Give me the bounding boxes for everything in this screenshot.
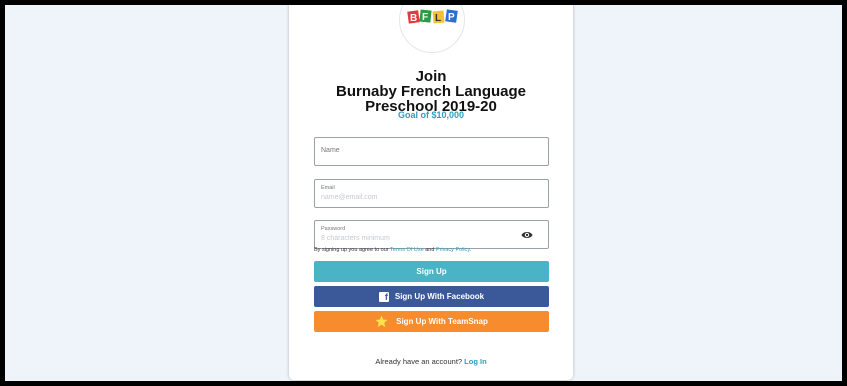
name-field-label: Name (321, 147, 340, 154)
logo-letter-2: F (422, 12, 428, 23)
terms-prefix: By signing up you agree to our (314, 247, 391, 253)
name-field[interactable]: Name (314, 137, 549, 166)
email-field-placeholder: name@email.com (321, 194, 378, 201)
organization-logo: B F L P (399, 5, 465, 53)
logo-letter-3: L (435, 13, 441, 24)
email-field[interactable]: Email name@email.com (314, 179, 549, 208)
sign-up-button-label: Sign Up (416, 267, 447, 276)
terms-suffix: . (469, 247, 472, 253)
fundraising-goal: Goal of $10,000 (397, 110, 465, 120)
teamsnap-star-icon (375, 315, 388, 328)
teamsnap-sign-up-button[interactable]: Sign Up With TeamSnap (314, 311, 549, 332)
sign-up-button[interactable]: Sign Up (314, 261, 549, 282)
logo-letter-4: P (448, 12, 455, 23)
password-field-placeholder: 8 characters minimum (321, 235, 390, 242)
log-in-link[interactable]: Log In (464, 357, 487, 366)
password-field-label: Password (321, 226, 346, 232)
login-prompt-text: Already have an account? (375, 357, 465, 366)
logo-letter-1: B (410, 13, 417, 24)
page-background: B F L P Join Burnaby French Language Pre… (5, 5, 842, 381)
facebook-button-label: Sign Up With Facebook (394, 292, 485, 301)
teamsnap-button-label: Sign Up With TeamSnap (396, 317, 488, 326)
facebook-icon: f (378, 291, 389, 302)
logo-icon: B F L P (407, 9, 458, 24)
email-field-label: Email (321, 185, 335, 191)
login-prompt: Already have an account? Log In (289, 357, 573, 366)
facebook-sign-up-button[interactable]: f Sign Up With Facebook (314, 286, 549, 307)
terms-of-use-link[interactable]: Terms Of Use (390, 247, 424, 253)
terms-notice: By signing up you agree to our Terms Of … (314, 247, 471, 253)
signup-card: B F L P Join Burnaby French Language Pre… (289, 5, 573, 380)
password-field[interactable]: Password 8 characters minimum (314, 220, 549, 249)
privacy-policy-link[interactable]: Privacy Policy (436, 247, 470, 253)
terms-middle: and (423, 247, 436, 253)
eye-icon[interactable] (521, 230, 533, 240)
